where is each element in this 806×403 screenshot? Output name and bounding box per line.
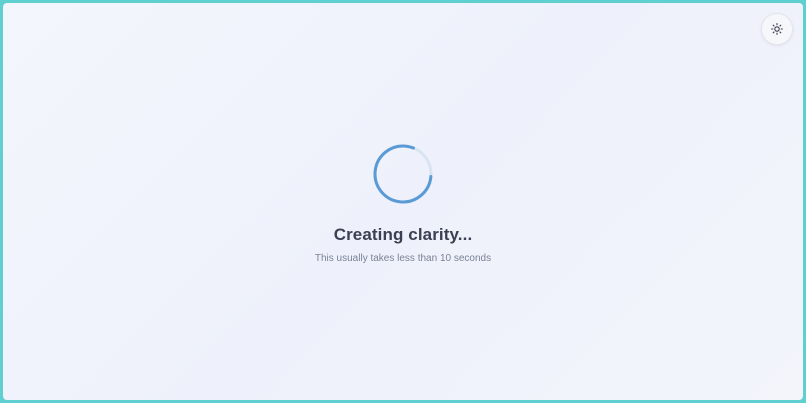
theme-toggle-button[interactable] [761, 13, 793, 45]
app-window: Creating clarity... This usually takes l… [3, 3, 803, 400]
loading-title: Creating clarity... [333, 225, 473, 244]
sun-icon [771, 23, 783, 35]
loading-subtitle: This usually takes less than 10 seconds [314, 253, 492, 264]
loading-spinner [373, 144, 433, 204]
loading-panel: Creating clarity... This usually takes l… [3, 143, 803, 264]
